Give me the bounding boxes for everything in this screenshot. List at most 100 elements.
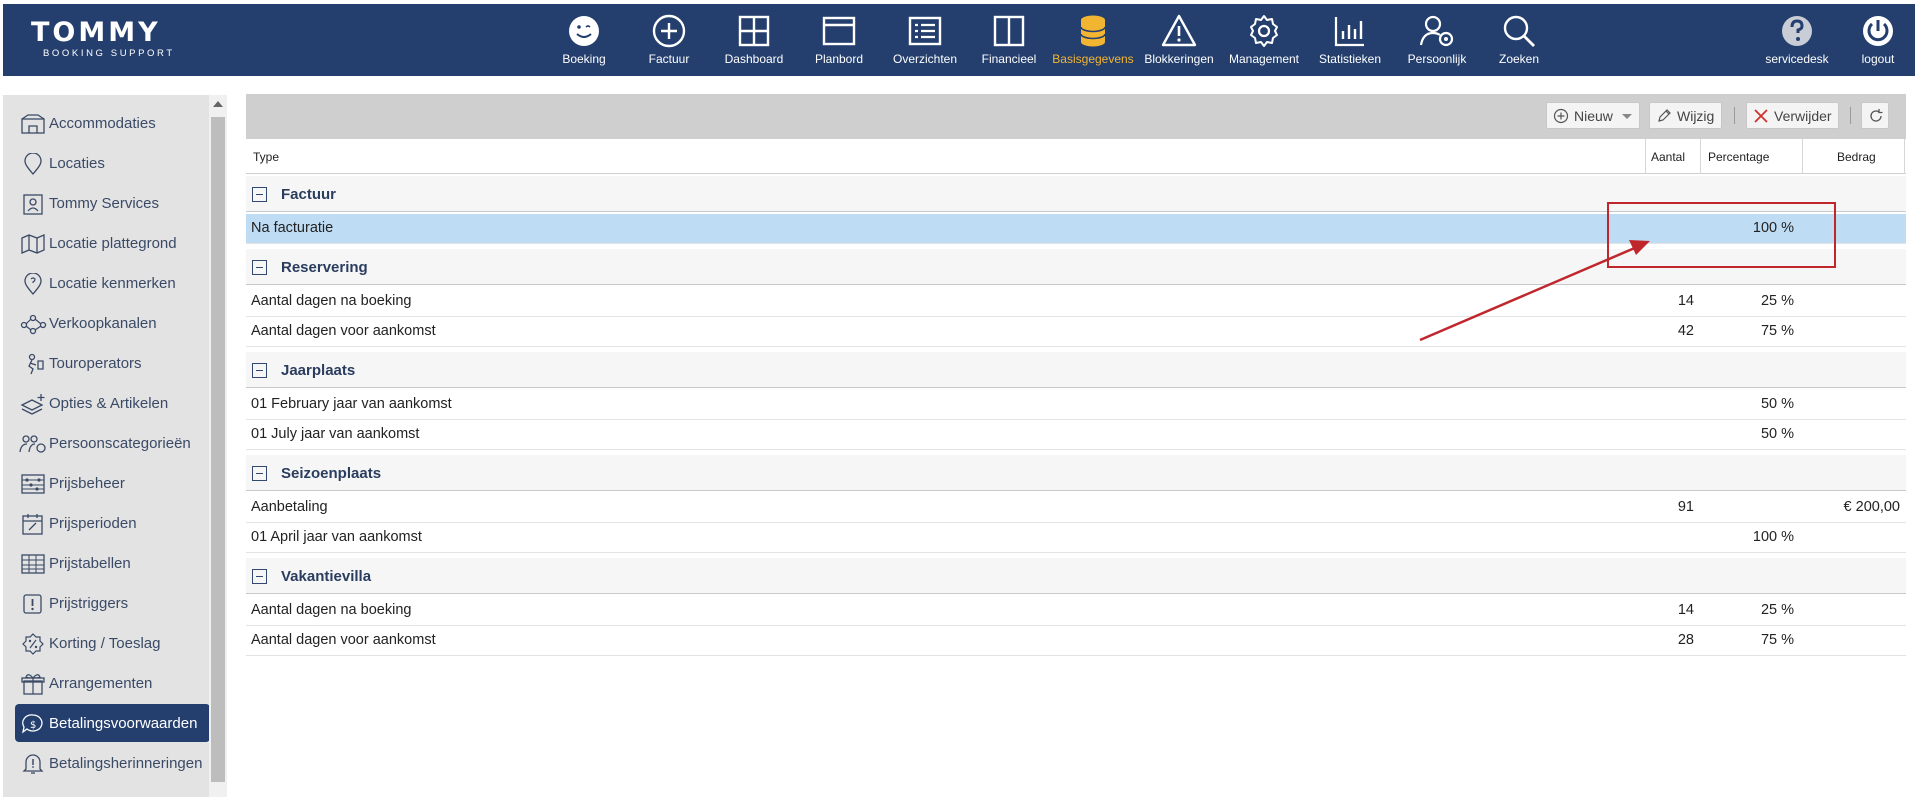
cell-aantal: 42 [1677, 323, 1694, 339]
collapse-icon[interactable] [252, 187, 267, 202]
sidebar-item-touroperators[interactable]: Touroperators [15, 344, 210, 382]
new-button[interactable]: Nieuw [1546, 102, 1640, 129]
nav-overzichten[interactable]: Overzichten [883, 4, 967, 76]
nav-financieel[interactable]: Financieel [975, 4, 1043, 76]
column-header-type[interactable]: Type [253, 150, 279, 164]
sidebar-scrollbar[interactable] [209, 95, 227, 797]
abacus-icon [19, 473, 47, 495]
nav-dashboard[interactable]: Dashboard [716, 4, 792, 76]
refresh-button[interactable] [1861, 102, 1889, 129]
scrollbar-thumb[interactable] [211, 117, 225, 782]
bar-chart-icon [1330, 11, 1370, 51]
table-row[interactable]: Aantal dagen na boeking 14 25 % [246, 596, 1906, 626]
group-name: Factuur [281, 186, 337, 203]
scroll-up-arrow-icon[interactable] [213, 101, 223, 107]
sidebar-item-arrangementen[interactable]: Arrangementen [15, 664, 210, 702]
pencil-icon [1656, 108, 1672, 124]
sidebar-item-locaties[interactable]: Locaties [15, 144, 210, 182]
location-question-icon [19, 272, 47, 295]
table-row[interactable]: Aanbetaling 91 € 200,00 [246, 493, 1906, 523]
nav-boeking[interactable]: Boeking [550, 4, 618, 76]
column-header-aantal[interactable]: Aantal [1651, 150, 1685, 164]
nav-blokkeringen[interactable]: Blokkeringen [1141, 4, 1217, 76]
column-divider [1700, 139, 1701, 174]
nav-label: Boeking [562, 52, 606, 66]
sidebar-item-label: Opties & Artikelen [49, 395, 169, 412]
sidebar-item-locatie-plattegrond[interactable]: Locatie plattegrond [15, 224, 210, 262]
sidebar-item-prijsbeheer[interactable]: Prijsbeheer [15, 464, 210, 502]
group-header-jaarplaats[interactable]: Jaarplaats [246, 352, 1906, 388]
nav-label: Statistieken [1318, 52, 1382, 66]
sidebar-item-opties-artikelen[interactable]: Opties & Artikelen [15, 384, 210, 422]
help-icon [1777, 11, 1817, 51]
sidebar-item-locatie-kenmerken[interactable]: Locatie kenmerken [15, 264, 210, 302]
group-name: Vakantievilla [281, 568, 372, 585]
close-icon [1753, 108, 1769, 124]
sidebar-item-label: Prijsperioden [49, 515, 137, 532]
columns-icon [989, 11, 1029, 51]
table-row[interactable]: 01 February jaar van aankomst 50 % [246, 390, 1906, 420]
group-header-factuur[interactable]: Factuur [246, 176, 1906, 212]
nav-planbord[interactable]: Planbord [803, 4, 875, 76]
sidebar-item-verkoopkanalen[interactable]: Verkoopkanalen [15, 304, 210, 342]
table-row[interactable]: Aantal dagen na boeking 14 25 % [246, 287, 1906, 317]
sidebar-item-accommodaties[interactable]: Accommodaties [15, 104, 210, 142]
group-name: Jaarplaats [281, 362, 356, 379]
table-row[interactable]: 01 July jaar van aankomst 50 % [246, 420, 1906, 450]
group-header-reservering[interactable]: Reservering [246, 249, 1906, 285]
table-row[interactable]: Aantal dagen voor aankomst 28 75 % [246, 626, 1906, 656]
layers-plus-icon [19, 393, 47, 415]
delete-button[interactable]: Verwijder [1746, 102, 1839, 129]
sidebar-item-label: Verkoopkanalen [49, 315, 157, 332]
travel-icon [19, 353, 47, 375]
nav-persoonlijk[interactable]: Persoonlijk [1397, 4, 1477, 76]
percent-badge-icon [19, 633, 47, 655]
nav-label: Factuur [648, 52, 690, 66]
nav-zoeken[interactable]: Zoeken [1485, 4, 1553, 76]
nav-servicedesk[interactable]: servicedesk [1757, 4, 1837, 76]
cell-percentage: 50 % [1760, 426, 1794, 442]
table-row[interactable]: 01 April jaar van aankomst 100 % [246, 523, 1906, 553]
edit-button[interactable]: Wijzig [1649, 102, 1722, 129]
smiley-icon [564, 11, 604, 51]
nav-management[interactable]: Management [1225, 4, 1303, 76]
collapse-icon[interactable] [252, 363, 267, 378]
sidebar-item-label: Locaties [49, 155, 105, 172]
sidebar-item-label: Arrangementen [49, 675, 153, 692]
nav-factuur[interactable]: Factuur [635, 4, 703, 76]
chevron-down-icon[interactable] [1622, 114, 1632, 119]
delete-button-label: Verwijder [1774, 108, 1832, 124]
logo-sub-text: BOOKING SUPPORT [43, 48, 175, 59]
tommy-logo[interactable]: TOMMY BOOKING SUPPORT [31, 18, 221, 62]
table-row[interactable]: Aantal dagen voor aankomst 42 75 % [246, 317, 1906, 347]
sidebar-item-label: Korting / Toeslag [49, 635, 161, 652]
collapse-icon[interactable] [252, 466, 267, 481]
collapse-icon[interactable] [252, 260, 267, 275]
sidebar-item-tommy-services[interactable]: Tommy Services [15, 184, 210, 222]
sidebar-item-prijstriggers[interactable]: Prijstriggers [15, 584, 210, 622]
nav-statistieken[interactable]: Statistieken [1311, 4, 1389, 76]
nav-basisgegevens[interactable]: Basisgegevens [1051, 4, 1135, 76]
table-row[interactable]: Na facturatie 100 % [246, 214, 1906, 244]
sidebar-item-prijsperioden[interactable]: Prijsperioden [15, 504, 210, 542]
group-header-vakantievilla[interactable]: Vakantievilla [246, 558, 1906, 594]
sidebar-item-betalingsherinneringen[interactable]: Betalingsherinneringen [15, 744, 210, 782]
cell-percentage: 100 % [1752, 220, 1794, 236]
sidebar-item-korting-toeslag[interactable]: Korting / Toeslag [15, 624, 210, 662]
nav-logout[interactable]: logout [1845, 4, 1911, 76]
warning-icon [1159, 11, 1199, 51]
group-header-seizoenplaats[interactable]: Seizoenplaats [246, 455, 1906, 491]
group-name: Reservering [281, 259, 368, 276]
column-header-percentage[interactable]: Percentage [1708, 150, 1769, 164]
column-header-bedrag[interactable]: Bedrag [1837, 150, 1876, 164]
cell-type: Aantal dagen na boeking [251, 602, 412, 618]
plus-circle-icon [649, 11, 689, 51]
cell-type: Aantal dagen voor aankomst [251, 632, 436, 648]
cell-type: Na facturatie [251, 220, 334, 236]
sidebar-item-prijstabellen[interactable]: Prijstabellen [15, 544, 210, 582]
sidebar-item-label: Persoonscategorieën [49, 435, 191, 452]
sidebar-item-persoonscategorieen[interactable]: Persoonscategorieën [15, 424, 210, 462]
sidebar-item-betalingsvoorwaarden[interactable]: $ Betalingsvoorwaarden [15, 704, 210, 742]
column-divider [1645, 139, 1646, 174]
collapse-icon[interactable] [252, 569, 267, 584]
